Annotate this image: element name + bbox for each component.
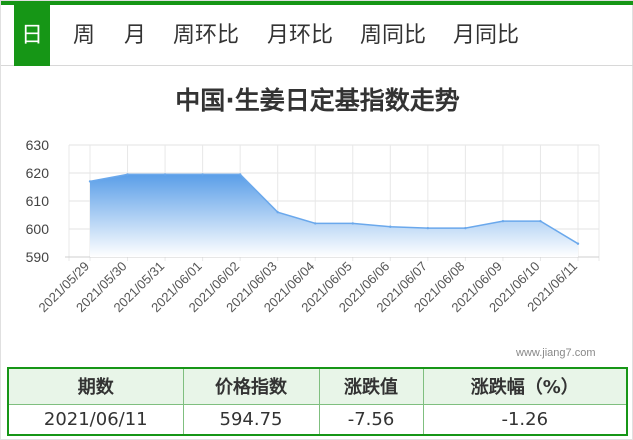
table-header-row: 期数 价格指数 涨跌值 涨跌幅（%） (7, 367, 628, 405)
data-point (426, 226, 430, 230)
data-point (576, 242, 580, 245)
data-point (238, 173, 242, 176)
table-row: 2021/06/11 594.75 -7.56 -1.26 (7, 403, 628, 436)
watermark: www.jiang7.com (516, 347, 596, 359)
tab-week-year-on-year[interactable]: 周同比 (356, 5, 430, 66)
data-point (88, 180, 92, 183)
data-point (276, 211, 279, 214)
header-price-index: 价格指数 (182, 367, 320, 405)
data-point (163, 173, 167, 176)
y-tick-label: 610 (26, 193, 50, 209)
tab-week[interactable]: 周 (67, 5, 101, 66)
period-tab-bar: 日 周 月 周环比 月环比 周同比 月同比 (1, 1, 633, 66)
tab-month-year-on-year[interactable]: 月同比 (449, 5, 523, 66)
cell-period: 2021/06/11 (7, 403, 184, 436)
cell-change-percent: -1.26 (422, 403, 628, 436)
cell-price-index: 594.75 (182, 403, 320, 436)
cell-change-value: -7.56 (318, 403, 424, 436)
header-change-value: 涨跌值 (318, 367, 424, 405)
page-frame: 日 周 月 周环比 月环比 周同比 月同比 中国·生姜日定基指数走势 630 62… (0, 0, 633, 440)
y-tick-label: 630 (26, 137, 50, 153)
index-summary-table: 期数 价格指数 涨跌值 涨跌幅（%） 2021/06/11 594.75 -7.… (7, 367, 628, 436)
y-tick-label: 600 (26, 221, 50, 237)
data-point (201, 173, 204, 176)
data-point (539, 219, 542, 223)
y-tick-label: 590 (26, 249, 50, 265)
y-tick-label: 620 (26, 165, 50, 181)
data-point (126, 173, 129, 176)
index-trend-chart: 6306206106005902021/05/292021/05/302021/… (26, 137, 600, 315)
tab-month-on-month[interactable]: 月环比 (263, 5, 337, 66)
tab-month[interactable]: 月 (118, 5, 152, 66)
data-point (314, 222, 317, 225)
series-area-fill (90, 174, 578, 257)
chart-title: 中国·生姜日定基指数走势 (175, 86, 460, 115)
data-point (351, 222, 354, 225)
header-change-percent: 涨跌幅（%） (422, 367, 628, 405)
tab-day[interactable]: 日 (14, 5, 50, 66)
tab-week-on-week[interactable]: 周环比 (169, 5, 243, 66)
data-point (389, 225, 392, 228)
header-period: 期数 (7, 367, 184, 405)
data-point (464, 226, 467, 230)
data-point (501, 219, 505, 223)
